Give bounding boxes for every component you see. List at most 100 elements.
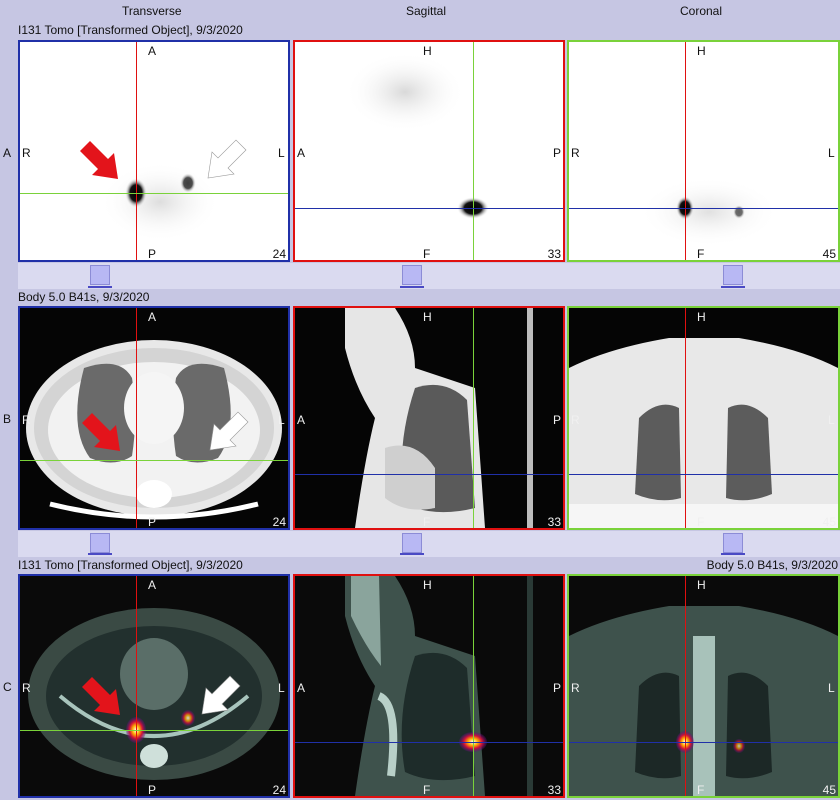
orientation-top: A — [148, 44, 157, 58]
row-c-title-right: Body 5.0 B41s, 9/3/2020 — [706, 558, 838, 572]
orientation-right: L — [278, 413, 285, 427]
row-c-coronal-view[interactable]: H F R L 45 — [567, 574, 840, 798]
orientation-bottom: F — [423, 783, 431, 797]
orientation-bottom: F — [423, 247, 431, 261]
crosshair-vertical[interactable] — [136, 308, 137, 528]
orientation-left: R — [22, 681, 31, 695]
orientation-left: R — [571, 681, 580, 695]
crosshair-horizontal[interactable] — [295, 742, 563, 743]
slice-number: 24 — [272, 247, 286, 261]
orientation-left: R — [22, 413, 31, 427]
orientation-bottom: F — [423, 515, 431, 529]
slice-number: 33 — [547, 515, 561, 529]
crosshair-vertical[interactable] — [473, 42, 474, 260]
row-a-title: I131 Tomo [Transformed Object], 9/3/2020 — [18, 23, 243, 37]
row-a-letter: A — [3, 146, 12, 160]
crosshair-horizontal[interactable] — [20, 460, 288, 461]
row-a-slider-strip — [18, 263, 840, 289]
slider-track-marker — [88, 286, 112, 288]
crosshair-horizontal[interactable] — [295, 474, 563, 475]
slider-track-marker — [400, 553, 424, 555]
slider-handle-icon[interactable] — [723, 533, 743, 553]
orientation-bottom: F — [697, 515, 705, 529]
slider-handle-icon[interactable] — [402, 533, 422, 553]
slice-number: 24 — [272, 783, 286, 797]
orientation-top: H — [423, 44, 432, 58]
red-arrow-icon — [82, 677, 120, 715]
slice-number: 33 — [547, 783, 561, 797]
orientation-right: L — [828, 146, 835, 160]
row-b-transverse-view[interactable]: A P R L 24 — [18, 306, 290, 530]
slice-number: 45 — [822, 247, 836, 261]
orientation-left: A — [297, 146, 306, 160]
column-header-transverse: Transverse — [122, 4, 182, 18]
orientation-bottom: P — [148, 783, 157, 797]
orientation-bottom: P — [148, 247, 157, 261]
slice-number: 24 — [272, 515, 286, 529]
orientation-top: H — [423, 310, 432, 324]
white-arrow-icon — [201, 675, 241, 715]
orientation-right: P — [553, 681, 562, 695]
crosshair-vertical[interactable] — [685, 42, 686, 260]
row-b-coronal-view[interactable]: H F R L 45 — [567, 306, 840, 530]
crosshair-vertical[interactable] — [136, 42, 137, 260]
row-a-coronal-view[interactable]: H F R L 45 — [567, 40, 840, 262]
orientation-right: L — [278, 146, 285, 160]
red-arrow-icon — [82, 413, 120, 451]
crosshair-vertical[interactable] — [473, 576, 474, 796]
row-b-slider-strip — [18, 531, 840, 557]
row-c-letter: C — [3, 680, 12, 694]
crosshair-horizontal[interactable] — [569, 208, 838, 209]
row-c-title: I131 Tomo [Transformed Object], 9/3/2020 — [18, 558, 243, 572]
orientation-top: H — [697, 310, 706, 324]
orientation-bottom: F — [697, 783, 705, 797]
orientation-right: P — [553, 413, 562, 427]
column-header-sagittal: Sagittal — [406, 4, 447, 18]
ct-coronal-image — [569, 338, 838, 528]
crosshair-vertical[interactable] — [473, 308, 474, 528]
orientation-right: L — [828, 681, 835, 695]
crosshair-horizontal[interactable] — [20, 193, 288, 194]
row-b-letter: B — [3, 412, 12, 426]
orientation-left: R — [571, 146, 580, 160]
nm-coronal-image — [639, 177, 779, 247]
crosshair-horizontal[interactable] — [20, 730, 288, 731]
row-c-transverse-view[interactable]: A P R L 24 — [18, 574, 290, 798]
fused-coronal-image — [569, 606, 838, 796]
crosshair-horizontal[interactable] — [295, 208, 563, 209]
crosshair-vertical[interactable] — [136, 576, 137, 796]
orientation-top: H — [697, 44, 706, 58]
orientation-top: H — [697, 578, 706, 592]
row-a-transverse-view[interactable]: A P R L 24 — [18, 40, 290, 262]
row-b-title: Body 5.0 B41s, 9/3/2020 — [18, 290, 150, 304]
row-b-sagittal-view[interactable]: H F A P 33 — [293, 306, 565, 530]
slider-track-marker — [721, 286, 745, 288]
orientation-bottom: P — [148, 515, 157, 529]
slider-handle-icon[interactable] — [723, 265, 743, 285]
crosshair-horizontal[interactable] — [569, 474, 838, 475]
red-arrow-icon — [80, 141, 118, 179]
crosshair-horizontal[interactable] — [569, 742, 838, 743]
crosshair-vertical[interactable] — [685, 576, 686, 796]
row-a-sagittal-view[interactable]: H F A P 33 — [293, 40, 565, 262]
orientation-top: H — [423, 578, 432, 592]
slice-number: 45 — [822, 783, 836, 797]
slider-track-marker — [400, 286, 424, 288]
column-header-coronal: Coronal — [680, 4, 723, 18]
slider-track-marker — [721, 553, 745, 555]
orientation-top: A — [148, 578, 157, 592]
crosshair-vertical[interactable] — [685, 308, 686, 528]
slider-handle-icon[interactable] — [90, 533, 110, 553]
row-c-sagittal-view[interactable]: H F A P 33 — [293, 574, 565, 798]
slider-handle-icon[interactable] — [90, 265, 110, 285]
white-arrow-icon — [209, 411, 249, 451]
slider-handle-icon[interactable] — [402, 265, 422, 285]
ct-sagittal-image — [345, 308, 533, 528]
orientation-right: P — [553, 146, 562, 160]
orientation-right: L — [278, 681, 285, 695]
fused-sagittal-image — [345, 576, 533, 796]
slider-track-marker — [88, 553, 112, 555]
orientation-left: R — [22, 146, 31, 160]
orientation-bottom: F — [697, 247, 705, 261]
orientation-right: L — [828, 413, 835, 427]
